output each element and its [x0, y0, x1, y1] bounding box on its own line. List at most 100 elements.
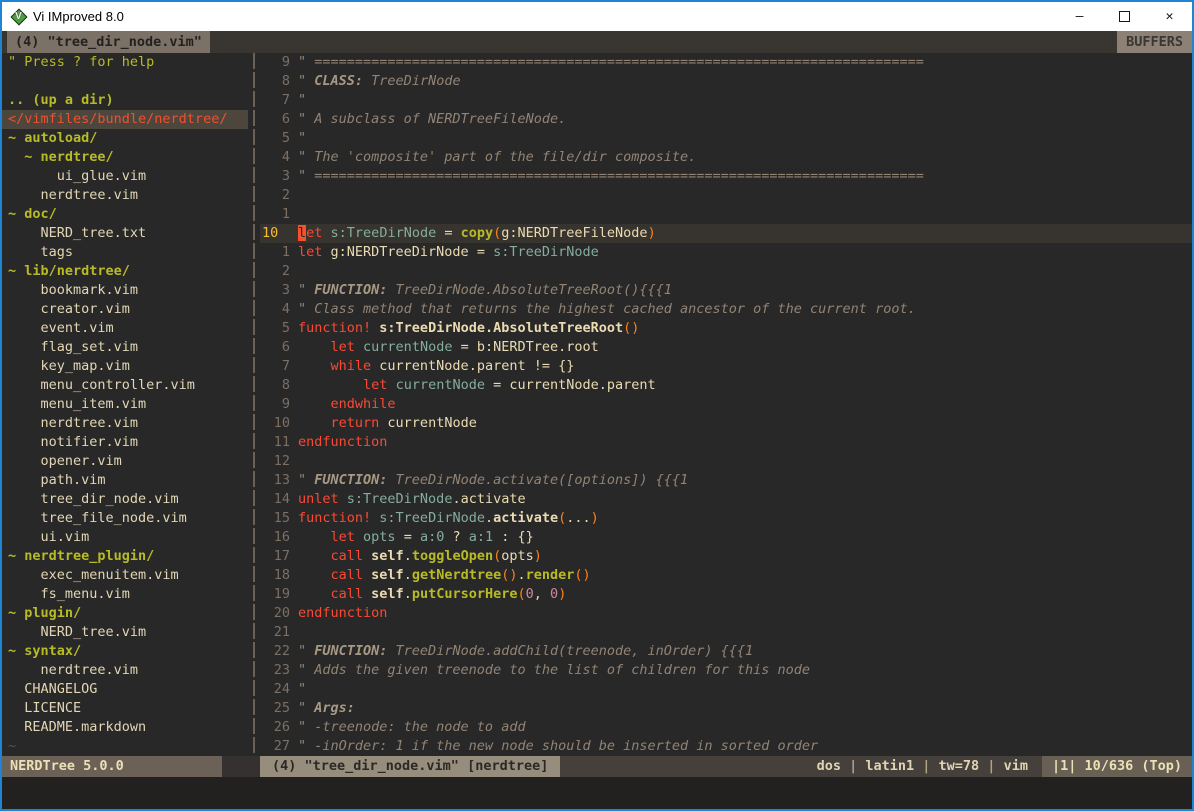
code-line[interactable]: 2 — [260, 186, 1192, 205]
code-text: " FUNCTION: TreeDirNode.activate([option… — [290, 471, 688, 490]
code-line[interactable]: 8 let currentNode = currentNode.parent — [260, 376, 1192, 395]
code-line[interactable]: 24" — [260, 680, 1192, 699]
code-line[interactable]: 9 endwhile — [260, 395, 1192, 414]
nerdtree-file[interactable]: notifier.vim — [2, 433, 248, 452]
code-line[interactable]: 7 while currentNode.parent != {} — [260, 357, 1192, 376]
nerdtree-file[interactable]: creator.vim — [2, 300, 248, 319]
nerdtree-file[interactable]: exec_menuitem.vim — [2, 566, 248, 585]
nerdtree-file[interactable]: path.vim — [2, 471, 248, 490]
code-line[interactable]: 5" — [260, 129, 1192, 148]
code-line[interactable]: 18 call self.getNerdtree().render() — [260, 566, 1192, 585]
nerdtree-dir[interactable]: ~ doc/ — [2, 205, 248, 224]
nerdtree-file[interactable]: opener.vim — [2, 452, 248, 471]
code-text: call self.putCursorHere(0, 0) — [290, 585, 566, 604]
nerdtree-filler — [2, 72, 248, 91]
code-line-current[interactable]: 10let s:TreeDirNode = copy(g:NERDTreeFil… — [260, 224, 1192, 243]
nerdtree-file[interactable]: menu_controller.vim — [2, 376, 248, 395]
code-line[interactable]: 4" Class method that returns the highest… — [260, 300, 1192, 319]
nerdtree-file[interactable]: menu_item.vim — [2, 395, 248, 414]
statusline-fill: dos | latin1 | tw=78 | vim |1| 10/636 (T… — [560, 756, 1192, 777]
code-line[interactable]: 26" -treenode: the node to add — [260, 718, 1192, 737]
nerdtree-file[interactable]: bookmark.vim — [2, 281, 248, 300]
nerdtree-statusline[interactable]: NERDTree 5.0.0 — [2, 756, 222, 777]
nerdtree-file[interactable]: fs_menu.vim — [2, 585, 248, 604]
code-line[interactable]: 13" FUNCTION: TreeDirNode.activate([opti… — [260, 471, 1192, 490]
code-line[interactable]: 21 — [260, 623, 1192, 642]
code-line[interactable]: 22" FUNCTION: TreeDirNode.addChild(treen… — [260, 642, 1192, 661]
code-line[interactable]: 3" FUNCTION: TreeDirNode.AbsoluteTreeRoo… — [260, 281, 1192, 300]
nerdtree-file[interactable]: ui.vim — [2, 528, 248, 547]
code-text: " A subclass of NERDTreeFileNode. — [290, 110, 566, 129]
nerdtree-file[interactable]: key_map.vim — [2, 357, 248, 376]
nerdtree-file[interactable]: NERD_tree.vim — [2, 623, 248, 642]
code-line[interactable]: 16 let opts = a:0 ? a:1 : {} — [260, 528, 1192, 547]
nerdtree-file[interactable]: ui_glue.vim — [2, 167, 248, 186]
nerdtree-dir[interactable]: ~ nerdtree_plugin/ — [2, 547, 248, 566]
code-line[interactable]: 20endfunction — [260, 604, 1192, 623]
code-line[interactable]: 1let g:NERDTreeDirNode = s:TreeDirNode — [260, 243, 1192, 262]
nerdtree-file[interactable]: nerdtree.vim — [2, 186, 248, 205]
nerdtree-sidebar: " Press ? for help .. (up a dir)</vimfil… — [2, 53, 248, 756]
line-number: 1 — [260, 205, 290, 224]
code-line[interactable]: 9" =====================================… — [260, 53, 1192, 72]
nerdtree-file[interactable]: CHANGELOG — [2, 680, 248, 699]
code-line[interactable]: 15function! s:TreeDirNode.activate(...) — [260, 509, 1192, 528]
code-line[interactable]: 4" The 'composite' part of the file/dir … — [260, 148, 1192, 167]
code-line[interactable]: 11endfunction — [260, 433, 1192, 452]
nerdtree-file[interactable]: README.markdown — [2, 718, 248, 737]
nerdtree-dir[interactable]: ~ nerdtree/ — [2, 148, 248, 167]
line-number: 7 — [260, 91, 290, 110]
nerdtree-file[interactable]: tags — [2, 243, 248, 262]
code-line[interactable]: 10 return currentNode — [260, 414, 1192, 433]
code-line[interactable]: 6 let currentNode = b:NERDTree.root — [260, 338, 1192, 357]
code-text: endfunction — [290, 433, 387, 452]
code-line[interactable]: 14unlet s:TreeDirNode.activate — [260, 490, 1192, 509]
nerdtree-filler: ~ — [2, 737, 248, 756]
nerdtree-file[interactable]: tree_dir_node.vim — [2, 490, 248, 509]
nerdtree-root[interactable]: </vimfiles/bundle/nerdtree/ — [2, 110, 248, 129]
code-line[interactable]: 3" =====================================… — [260, 167, 1192, 186]
code-line[interactable]: 25" Args: — [260, 699, 1192, 718]
code-line[interactable]: 1 — [260, 205, 1192, 224]
nerdtree-dir[interactable]: ~ autoload/ — [2, 129, 248, 148]
line-number: 3 — [260, 167, 290, 186]
buffer-statusline[interactable]: (4) "tree_dir_node.vim" [nerdtree] — [260, 756, 560, 777]
code-line[interactable]: 2 — [260, 262, 1192, 281]
line-number: 20 — [260, 604, 290, 623]
code-line[interactable]: 7" — [260, 91, 1192, 110]
nerdtree-help-hint: " Press ? for help — [2, 53, 248, 72]
code-line[interactable]: 23" Adds the given treenode to the list … — [260, 661, 1192, 680]
code-line[interactable]: 12 — [260, 452, 1192, 471]
nerdtree-file[interactable]: nerdtree.vim — [2, 414, 248, 433]
code-text: " — [290, 680, 306, 699]
nerdtree-file[interactable]: nerdtree.vim — [2, 661, 248, 680]
nerdtree-file[interactable]: NERD_tree.txt — [2, 224, 248, 243]
code-line[interactable]: 6" A subclass of NERDTreeFileNode. — [260, 110, 1192, 129]
line-number: 15 — [260, 509, 290, 528]
nerdtree-file[interactable]: event.vim — [2, 319, 248, 338]
file-info-item: latin1 — [865, 758, 914, 774]
nerdtree-up-dir[interactable]: .. (up a dir) — [2, 91, 248, 110]
code-line[interactable]: 17 call self.toggleOpen(opts) — [260, 547, 1192, 566]
code-text: " — [290, 129, 306, 148]
line-number: 2 — [260, 262, 290, 281]
code-line[interactable]: 8" CLASS: TreeDirNode — [260, 72, 1192, 91]
nerdtree-dir[interactable]: ~ lib/nerdtree/ — [2, 262, 248, 281]
minimize-button[interactable]: – — [1057, 2, 1102, 31]
nerdtree-file[interactable]: LICENCE — [2, 699, 248, 718]
nerdtree-dir[interactable]: ~ syntax/ — [2, 642, 248, 661]
code-line[interactable]: 19 call self.putCursorHere(0, 0) — [260, 585, 1192, 604]
code-line[interactable]: 5function! s:TreeDirNode.AbsoluteTreeRoo… — [260, 319, 1192, 338]
nerdtree-file[interactable]: flag_set.vim — [2, 338, 248, 357]
nerdtree-dir[interactable]: ~ plugin/ — [2, 604, 248, 623]
nerdtree-file[interactable]: tree_file_node.vim — [2, 509, 248, 528]
code-text: " -inOrder: 1 if the new node should be … — [290, 737, 818, 756]
code-text: endwhile — [290, 395, 396, 414]
close-button[interactable]: ✕ — [1147, 2, 1192, 31]
file-info: dos | latin1 | tw=78 | vim — [817, 756, 1042, 777]
window-separator[interactable] — [248, 53, 260, 756]
code-line[interactable]: 27" -inOrder: 1 if the new node should b… — [260, 737, 1192, 756]
tab-tree-dir-node[interactable]: (4) "tree_dir_node.vim" — [7, 31, 210, 53]
cursor-block: l — [298, 225, 306, 241]
maximize-button[interactable] — [1102, 2, 1147, 31]
